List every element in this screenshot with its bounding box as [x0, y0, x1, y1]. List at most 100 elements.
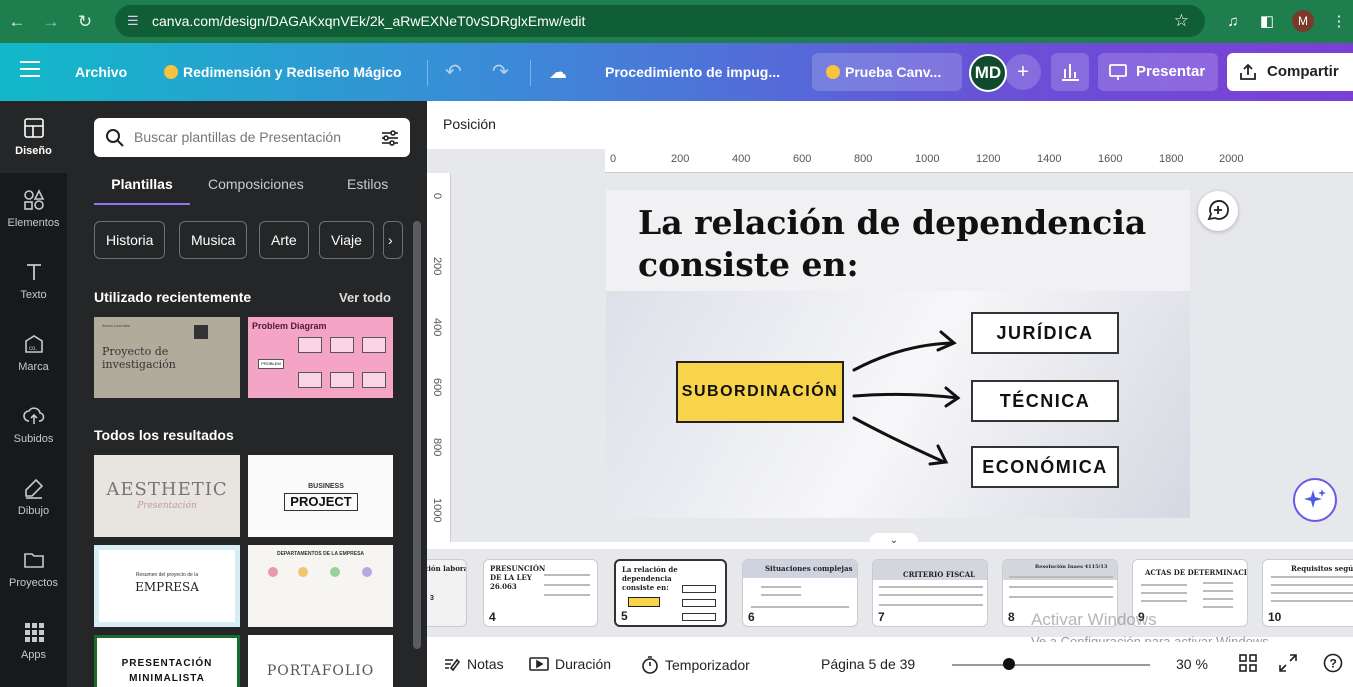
windows-activation-title: Activar Windows [1031, 610, 1157, 629]
browser-profile-avatar[interactable]: M [1292, 10, 1314, 32]
rail-item-design[interactable]: Diseño [0, 101, 67, 173]
rail-item-draw[interactable]: Dibujo [0, 461, 67, 533]
template-thumbnail[interactable]: BUSINESS PROJECT [248, 455, 393, 537]
magic-assistant-button[interactable] [1293, 478, 1337, 522]
page-number: 4 [489, 610, 496, 624]
template-small-text: BUSINESS [308, 483, 344, 490]
see-all-link[interactable]: Ver todo [339, 290, 391, 305]
comment-button[interactable] [1198, 191, 1238, 231]
rail-item-brand[interactable]: co. Marca [0, 317, 67, 389]
panel-scrollbar[interactable] [413, 209, 423, 687]
template-title: PROJECT [284, 493, 358, 511]
reload-icon[interactable]: ↻ [68, 12, 102, 32]
duration-button[interactable]: Duración [529, 656, 611, 672]
page-number: 7 [878, 610, 885, 624]
page-thumbnail[interactable]: CRITERIO FISCAL 7 [872, 559, 988, 627]
page-thumbnail[interactable]: Situaciones complejas 6 [742, 559, 858, 627]
sidepanel-icon[interactable]: ◧ [1256, 0, 1278, 43]
hamburger-menu-icon[interactable] [20, 61, 40, 82]
share-icon [1240, 63, 1256, 80]
apps-icon [24, 623, 44, 642]
template-thumbnail[interactable]: Problem Diagram PROBLEM [248, 317, 393, 398]
page-indicator[interactable]: Página 5 de 39 [821, 656, 915, 672]
juridica-box[interactable]: JURÍDICA [971, 312, 1119, 354]
media-icon[interactable]: ♫ [1222, 0, 1244, 43]
magic-resize-button[interactable]: Redimensión y Rediseño Mágico [164, 43, 402, 101]
user-avatar[interactable]: MD [969, 54, 1007, 92]
undo-icon[interactable]: ↶ [445, 43, 462, 101]
template-thumbnail[interactable]: Ahora Lucíndes Proyecto de investigación [94, 317, 240, 398]
notes-label: Notas [467, 656, 504, 672]
tecnica-box[interactable]: TÉCNICA [971, 380, 1119, 422]
cloud-sync-icon[interactable]: ☁ [549, 43, 567, 101]
help-icon[interactable]: ? [1323, 653, 1343, 676]
document-title[interactable]: Procedimiento de impug... [605, 43, 780, 101]
subordination-box[interactable]: SUBORDINACIÓN [676, 361, 844, 423]
back-icon[interactable]: ← [0, 12, 34, 32]
zoom-value[interactable]: 30 % [1176, 656, 1208, 672]
site-settings-icon[interactable]: ☰ [127, 5, 139, 37]
page-thumbnail-current[interactable]: La relación de dependencia consiste en: … [614, 559, 727, 627]
grid-glyph [1239, 654, 1257, 672]
chip-musica[interactable]: Musica [179, 221, 248, 259]
present-button[interactable]: Presentar [1098, 53, 1218, 91]
template-thumbnail[interactable]: PRESENTACIÓN MINIMALISTA [94, 635, 240, 687]
economica-box[interactable]: ECONÓMICA [971, 446, 1119, 488]
template-thumbnail[interactable]: Resumen del proyecto de la EMPRESA [94, 545, 240, 627]
timer-icon [642, 656, 658, 674]
rail-item-apps[interactable]: Apps [0, 605, 67, 677]
decorative-box [298, 372, 322, 388]
vertical-ruler: 0 200 400 600 800 1000 [427, 173, 451, 542]
rail-label: Marca [18, 361, 49, 373]
tab-compositions[interactable]: Composiciones [208, 165, 304, 205]
rail-item-uploads[interactable]: Subidos [0, 389, 67, 461]
insights-button[interactable] [1051, 53, 1089, 91]
share-button[interactable]: Compartir [1227, 53, 1353, 91]
rail-item-text[interactable]: Texto [0, 245, 67, 317]
shapes-icon [23, 189, 44, 210]
zoom-slider[interactable] [952, 664, 1150, 666]
redo-icon[interactable]: ↷ [492, 43, 509, 101]
template-thumbnail[interactable]: AESTHETIC Presentación [94, 455, 240, 537]
pages-collapse-chevron-icon[interactable]: ⌄ [870, 533, 918, 549]
rail-item-elements[interactable]: Elementos [0, 173, 67, 245]
decorative-dot [362, 567, 372, 577]
template-thumbnail[interactable]: DEPARTAMENTOS DE LA EMPRESA [248, 545, 393, 627]
slide-canvas[interactable]: La relación de dependencia consiste en: … [606, 190, 1190, 518]
address-bar[interactable]: ☰ canva.com/design/DAGAKxqnVEk/2k_aRwEXN… [115, 5, 1205, 37]
chip-arte[interactable]: Arte [259, 221, 309, 259]
browser-menu-icon[interactable]: ⋮ [1329, 0, 1349, 43]
slide-title[interactable]: La relación de dependencia consiste en: [638, 202, 1158, 286]
page-title: ción laboral [427, 564, 466, 573]
page-thumbnail[interactable]: ción laboral 3 [427, 559, 467, 627]
share-label: Compartir [1267, 63, 1339, 80]
notes-button[interactable]: Notas [443, 656, 504, 672]
tab-templates[interactable]: Plantillas [94, 165, 190, 205]
template-title: AESTHETIC [106, 479, 228, 500]
rail-item-projects[interactable]: Proyectos [0, 533, 67, 605]
add-collaborator-button[interactable]: + [1005, 54, 1041, 90]
editor-footer: Notas Duración Temporizador Página 5 de … [427, 642, 1353, 687]
bookmark-star-icon[interactable]: ☆ [1174, 5, 1189, 37]
search-input[interactable]: Buscar plantillas de Presentación [94, 118, 410, 157]
file-menu[interactable]: Archivo [75, 43, 127, 101]
chip-viaje[interactable]: Viaje [319, 221, 374, 259]
position-button[interactable]: Posición [443, 116, 496, 132]
forward-icon[interactable]: → [34, 12, 68, 32]
brand-icon: co. [24, 335, 43, 353]
browser-bar: ← → ↻ ☰ canva.com/design/DAGAKxqnVEk/2k_… [0, 0, 1353, 43]
timer-button[interactable]: Temporizador [641, 656, 750, 674]
grid-view-icon[interactable] [1239, 654, 1257, 675]
trial-button[interactable]: Prueba Canv... [812, 53, 962, 91]
ruler-tick: 800 [854, 153, 873, 165]
page-thumbnail[interactable]: PRESUNCIÓN DE LA LEY 26.063 4 [483, 559, 598, 627]
template-thumbnail[interactable]: PORTAFOLIO [248, 635, 393, 687]
filter-icon[interactable] [380, 128, 400, 148]
tab-styles[interactable]: Estilos [347, 165, 388, 205]
chip-historia[interactable]: Historia [94, 221, 166, 259]
chevron-right-icon[interactable]: › [383, 221, 403, 259]
zoom-slider-handle[interactable] [1003, 658, 1015, 670]
page-thumbnail[interactable]: Requisitos según la RG 79 10 [1262, 559, 1353, 627]
ruler-tick: 1600 [1098, 153, 1123, 165]
fullscreen-icon[interactable] [1279, 654, 1297, 675]
